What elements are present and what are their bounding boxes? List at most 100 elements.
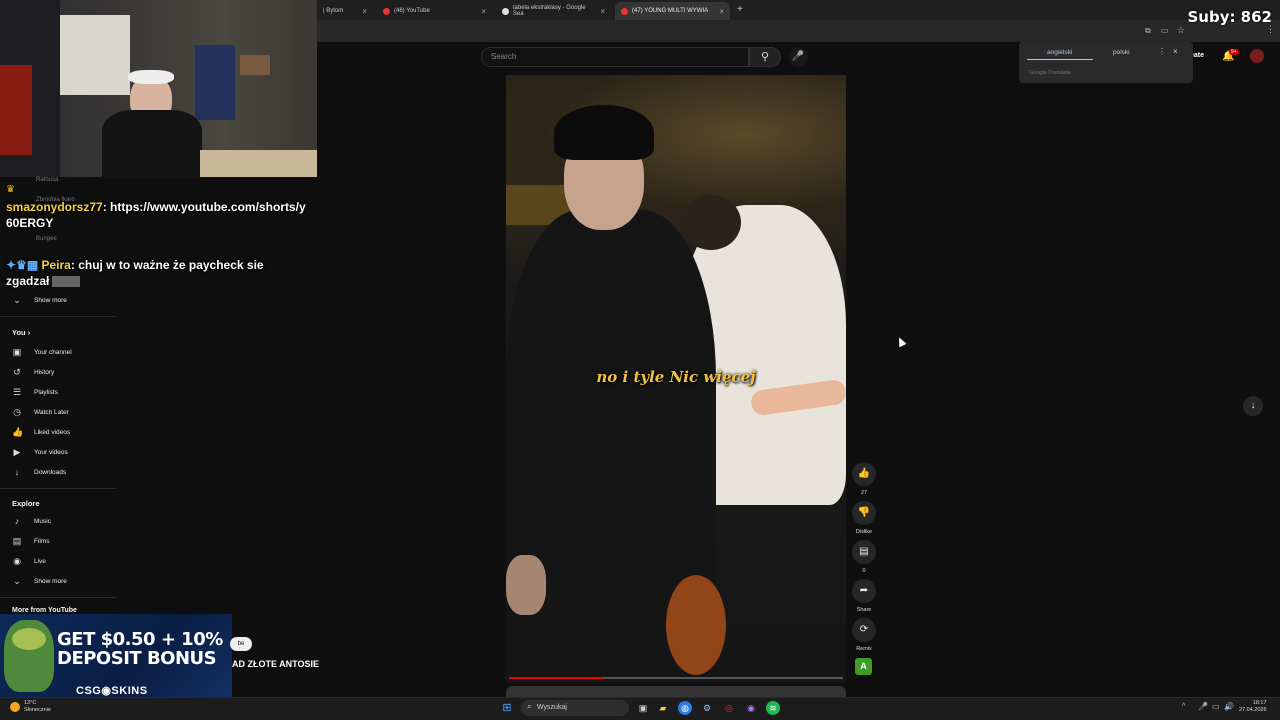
video-progress-fill [509, 677, 603, 679]
ad-pill: be [230, 637, 252, 651]
share-label: Share [856, 607, 872, 613]
tray-chevron-up-icon[interactable]: ^ [1182, 703, 1185, 710]
cast-icon[interactable]: ▭ [1161, 26, 1169, 35]
clock-date: 27.04.2026 [1239, 707, 1267, 713]
search-button[interactable]: ⚲ [749, 47, 781, 67]
chevron-down-icon: ⌄ [13, 295, 21, 305]
sidebar-item-label: Watch Later [34, 408, 69, 416]
browser-tab[interactable]: (46) YouTube × [377, 2, 492, 20]
start-windows-icon[interactable]: ⊞ [500, 701, 514, 715]
next-video-button[interactable]: ↓ [1243, 396, 1263, 416]
ad-subheadline: DEPOSIT BONUS [57, 648, 217, 669]
show-more-subscriptions[interactable]: ⌄ Show more [12, 290, 112, 310]
taskbar-search-input[interactable]: Wyszukaj [521, 700, 629, 716]
remix-label: Remix [856, 646, 872, 652]
spotify-icon[interactable]: ≋ [766, 701, 780, 715]
chat-username: smazonydorsz77 [6, 200, 103, 214]
taskbar-clock[interactable]: 18:17 27.04.2026 [1239, 700, 1267, 714]
browser-tab[interactable]: tabela ekstraklasy - Google Sea × [496, 2, 611, 20]
sidebar-item-label: Live [34, 557, 46, 565]
translate-footer: Google Translate [1029, 70, 1071, 76]
sidebar-item-watch-later[interactable]: ◷ Watch Later [12, 402, 112, 422]
translate-popup: angielski polski ⋮ × Google Translate [1019, 42, 1193, 83]
show-more-label: Show more [34, 296, 67, 304]
weather-widget[interactable]: 13°C Słonecznie [24, 700, 51, 714]
chat-badges-icon: ✦♛▦ [6, 258, 42, 272]
sidebar-item-label: Playlists [34, 388, 58, 396]
file-explorer-icon[interactable]: ▰ [656, 701, 670, 715]
sidebar-item-playlists[interactable]: ☰ Playlists [12, 382, 112, 402]
sidebar-item-label: Music [34, 517, 51, 525]
more-options-icon[interactable]: ⋮ [1158, 47, 1166, 56]
share-button[interactable]: ➦ Share [851, 579, 877, 613]
partial-text: AD ZŁOTE ANTOSIE [232, 659, 320, 669]
sidebar-item-history[interactable]: ↺ History [12, 362, 112, 382]
weather-desc: Słonecznie [24, 707, 51, 713]
show-more-label: Show more [34, 577, 67, 585]
translate-target-lang[interactable]: polski [1113, 49, 1130, 56]
chat-text-cont: zgadzał [6, 274, 50, 288]
dislike-button[interactable]: 👎 Dislike [851, 501, 877, 535]
liked-icon: 👍 [12, 427, 24, 437]
sidebar-item-downloads[interactable]: ↓ Downloads [12, 462, 112, 482]
bookmark-star-icon[interactable]: ☆ [1177, 25, 1185, 36]
app-icon[interactable]: ◎ [722, 701, 736, 715]
explore-section-heading: Explore [12, 499, 40, 508]
browser-tab[interactable]: | Bytom × [317, 2, 373, 20]
sidebar-item-live[interactable]: ◉ Live [12, 551, 112, 571]
search-input[interactable]: Search [481, 47, 749, 67]
sound-thumbnail[interactable]: A [855, 658, 872, 675]
browser-tab-active[interactable]: (47) YOUNG MULTI WYWIA × [615, 2, 730, 20]
close-tab-icon[interactable]: × [481, 7, 486, 16]
new-tab-icon[interactable]: + [737, 4, 743, 15]
next-short-preview[interactable] [506, 686, 846, 697]
subscription-item[interactable]: Ratousa [36, 177, 58, 183]
video-caption: no i tyle Nic więcej [596, 368, 756, 386]
chat-text-cont: 60ERGY [6, 216, 54, 230]
thumbs-up-icon: 👍 [852, 462, 876, 486]
comments-button[interactable]: ▤ 0 [851, 540, 877, 574]
you-section-heading[interactable]: You › [12, 328, 30, 337]
you-heading-label: You [12, 328, 26, 337]
search-icon: ⚲ [760, 51, 770, 63]
webcam-overlay [0, 0, 317, 177]
close-tab-icon[interactable]: × [362, 7, 367, 16]
share-icon: ➦ [852, 579, 876, 603]
sidebar-item-liked-videos[interactable]: 👍 Liked videos [12, 422, 112, 442]
playlists-icon: ☰ [12, 387, 22, 397]
sidebar-item-films[interactable]: ▤ Films [12, 531, 112, 551]
emote-icon [52, 276, 81, 288]
history-icon: ↺ [13, 367, 21, 377]
sidebar-item-your-videos[interactable]: ▶ Your videos [12, 442, 112, 462]
show-more-explore[interactable]: ⌄ Show more [12, 571, 112, 591]
search-icon: ⌕ [527, 702, 532, 711]
sidebar-item-your-channel[interactable]: ▣ Your channel [12, 342, 112, 362]
chrome-icon[interactable]: ◍ [678, 701, 692, 715]
like-button[interactable]: 👍 27 [851, 462, 877, 496]
downloads-icon: ↓ [14, 467, 20, 477]
subscription-item[interactable]: Bungee [36, 236, 57, 242]
close-tab-icon[interactable]: × [600, 7, 605, 16]
close-tab-icon[interactable]: × [719, 7, 724, 16]
remix-icon: ⟳ [852, 618, 876, 642]
subscriber-count: Suby: 862 [1187, 8, 1272, 26]
sidebar-item-music[interactable]: ♪ Music [12, 511, 112, 531]
volume-icon[interactable]: 🔊 [1224, 702, 1234, 711]
remix-button[interactable]: ⟳ Remix [851, 618, 877, 652]
network-icon[interactable]: ▭ [1212, 702, 1220, 711]
divider [0, 597, 116, 598]
films-icon: ▤ [12, 536, 22, 546]
task-view-icon[interactable]: ▣ [636, 701, 650, 715]
steam-icon[interactable]: ⚙ [700, 701, 714, 715]
mic-tray-icon[interactable]: 🎤 [1198, 702, 1208, 711]
translate-icon[interactable]: ⧉ [1145, 26, 1151, 36]
crown-badge-icon: ♛ [6, 184, 15, 195]
chat-text: https://www.youtube.com/shorts/y [110, 200, 306, 214]
avatar[interactable] [1250, 49, 1264, 63]
video-progress-bar[interactable] [509, 677, 843, 679]
close-icon[interactable]: × [1173, 47, 1178, 56]
discord-icon[interactable]: ◉ [744, 701, 758, 715]
translate-source-lang[interactable]: angielski [1047, 49, 1072, 56]
voice-search-button[interactable]: 🎤 [788, 47, 808, 67]
chevron-down-icon: ⌄ [13, 576, 21, 586]
